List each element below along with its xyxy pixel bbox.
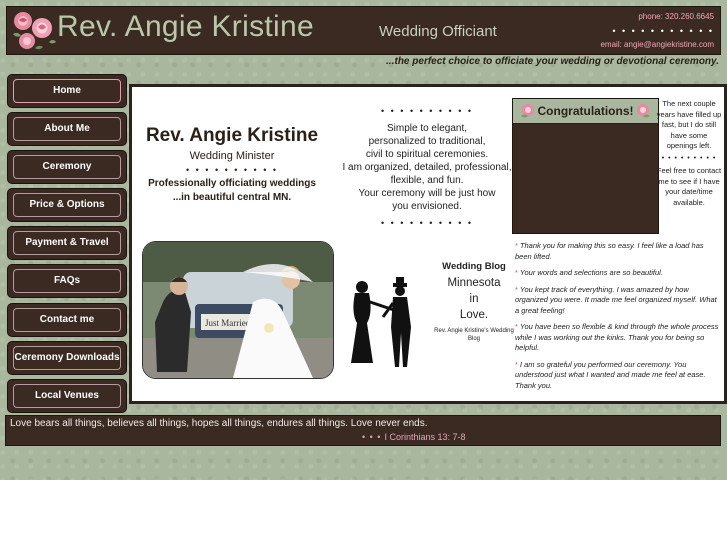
nav-contact-me-button[interactable]: Contact me <box>7 303 127 337</box>
minister-name: Rev. Angie Kristine <box>145 125 319 146</box>
verse-reference-text: I Corinthians 13: 7-8 <box>384 432 466 442</box>
wedding-photo: Just Married <box>142 241 334 379</box>
testimonial: * Your words and selections are so beauti… <box>511 268 719 279</box>
testimonial: * You have been so flexible & kind throug… <box>511 322 719 354</box>
testimonial: * I am so grateful you performed our cere… <box>511 360 719 392</box>
nav-faqs-button[interactable]: FAQs <box>7 264 127 298</box>
dot-divider: • • • • • • • • • • <box>380 106 473 116</box>
testimonial: * You kept track of everything. I was ama… <box>511 285 719 317</box>
description-line: you envisioned. <box>392 201 462 212</box>
description-line: flexible, and fun. <box>390 175 464 186</box>
wedding-blog-link[interactable]: Wedding Blog Minnesota in Love. Rev. Ang… <box>428 261 520 343</box>
site-role: Wedding Officiant <box>379 23 497 40</box>
page-background: Rev. Angie Kristine Wedding Officiant ph… <box>0 0 727 480</box>
description-line: Simple to elegant, <box>386 123 468 134</box>
bullet-star-icon: * <box>515 241 518 250</box>
testimonials-list: * Thank you for making this so easy. I fe… <box>511 241 719 397</box>
testimonial-text: You kept track of everything. I was amaz… <box>515 284 717 315</box>
blog-title: Wedding Blog <box>442 261 506 272</box>
bullet-star-icon: * <box>515 359 518 369</box>
congratulations-title: Congratulations! <box>537 104 634 118</box>
minister-title: Wedding Minister <box>189 150 275 162</box>
intro-description: Professionally officiating weddings ...i… <box>132 177 332 205</box>
testimonial-text: You have been so flexible & kind through… <box>515 322 719 352</box>
site-header: Rev. Angie Kristine Wedding Officiant ph… <box>6 6 721 55</box>
dot-divider-text: • • • • • • • • • • <box>185 165 278 175</box>
nav-label: Ceremony Downloads <box>13 346 121 370</box>
dot-divider: • • • • • • • • • <box>661 154 717 162</box>
description-line: I am organized, detailed, professional, <box>342 162 512 173</box>
nav-label: Local Venues <box>13 384 121 408</box>
rose-icon <box>521 104 534 118</box>
nav-label: Ceremony <box>13 155 121 179</box>
openings-note: The next couple years have filled up fas… <box>656 99 722 208</box>
bullet-star-icon: * <box>515 268 518 277</box>
nav-payment-travel-button[interactable]: Payment & Travel <box>7 226 127 260</box>
intro-block: Rev. Angie Kristine Wedding Minister • •… <box>132 125 332 205</box>
nav-label: Payment & Travel <box>13 231 121 255</box>
blog-subtitle: Minnesota in Love. <box>428 275 520 323</box>
nav-ceremony-downloads-button[interactable]: Ceremony Downloads <box>7 341 127 375</box>
testimonial-text: Thank you for making this so easy. I fee… <box>515 241 704 261</box>
contact-info: phone: 320.260.6645 • • • • • • • • • • … <box>574 12 714 49</box>
bible-verse: Love bears all things, believes all thin… <box>10 418 428 429</box>
email-link[interactable]: email: angie@angiekristine.com <box>574 40 714 49</box>
testimonial-text: Your words and selections are so beautif… <box>519 268 663 277</box>
blog-subtitle-line: Minnesota <box>447 277 501 289</box>
nav-ceremony-button[interactable]: Ceremony <box>7 150 127 184</box>
dot-divider: • • • • • • • • • • <box>380 218 473 228</box>
couple-silhouette-icon <box>351 277 411 367</box>
footer-verse-bar: Love bears all things, believes all thin… <box>5 415 721 446</box>
blog-subtitle-line: Love. <box>459 309 489 321</box>
service-description: • • • • • • • • • • Simple to elegant, p… <box>342 105 512 230</box>
nav-label: FAQs <box>13 269 121 293</box>
nav-label: Contact me <box>13 308 121 332</box>
bullet-star-icon: * <box>515 284 518 294</box>
nav-label: Home <box>13 79 121 103</box>
phone-number: phone: 320.260.6645 <box>638 12 714 21</box>
nav-label: Price & Options <box>13 193 121 217</box>
tagline: ...the perfect choice to officiate your … <box>386 56 719 67</box>
intro-line: Professionally officiating weddings <box>148 178 316 189</box>
sign-text: Just Married <box>205 318 251 328</box>
blog-caption: Rev. Angie Kristine's Wedding Blog <box>434 328 514 342</box>
intro-line: ...in beautiful central MN. <box>172 192 292 203</box>
nav-price-options-button[interactable]: Price & Options <box>7 188 127 222</box>
bullet-star-icon: * <box>515 322 518 331</box>
testimonial-text: I am so grateful you performed our cerem… <box>515 359 706 390</box>
nav-about-me-button[interactable]: About Me <box>7 112 127 146</box>
nav-label: About Me <box>13 117 121 141</box>
dot-divider: • • • • • • • • • • <box>132 165 332 175</box>
main-content: Rev. Angie Kristine Wedding Minister • •… <box>129 84 727 404</box>
description-line: civil to spiritual ceremonies. <box>365 149 489 160</box>
site-name: Rev. Angie Kristine <box>57 10 314 43</box>
description-line: personalized to traditional, <box>368 136 486 147</box>
description-line: Your ceremony will be just how <box>358 188 496 199</box>
nav-local-venues-button[interactable]: Local Venues <box>7 379 127 413</box>
dot-divider: • • • <box>362 432 382 442</box>
verse-reference: • • • I Corinthians 13: 7-8 <box>362 432 466 442</box>
rose-logo-icon <box>13 12 56 50</box>
congratulations-panel: Congratulations! <box>512 98 659 234</box>
congratulations-header: Congratulations! <box>513 99 658 124</box>
dot-divider: • • • • • • • • • • • <box>612 26 714 36</box>
testimonial: * Thank you for making this so easy. I fe… <box>511 241 719 262</box>
openings-text: The next couple years have filled up fas… <box>656 99 722 150</box>
description-text: Simple to elegant, personalized to tradi… <box>342 122 512 213</box>
nav-home-button[interactable]: Home <box>7 74 127 108</box>
rose-icon <box>637 104 650 118</box>
contact-text: Feel free to contact me to see if I have… <box>656 166 722 207</box>
blog-subtitle-line: in <box>469 293 479 305</box>
